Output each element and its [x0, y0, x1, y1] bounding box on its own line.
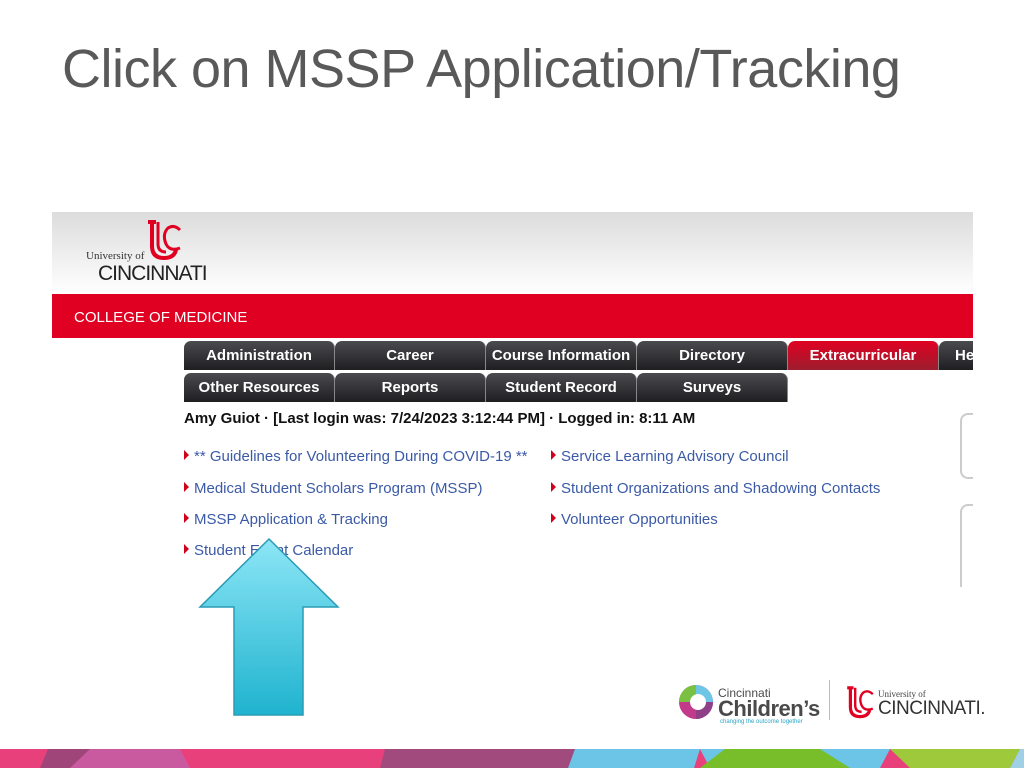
- slide-title: Click on MSSP Application/Tracking: [62, 39, 901, 99]
- link-student-organizations[interactable]: Student Organizations and Shadowing Cont…: [551, 480, 880, 497]
- tab-student-record[interactable]: Student Record: [486, 373, 637, 402]
- tab-reports[interactable]: Reports: [335, 373, 486, 402]
- college-bar: COLLEGE OF MEDICINE: [52, 294, 973, 338]
- decorative-color-stripe: [0, 749, 1024, 768]
- uc-footer-name: CINCINNATI.: [878, 698, 986, 719]
- tab-help[interactable]: He: [939, 341, 973, 370]
- uc-monogram-icon: [148, 220, 182, 261]
- link-mssp[interactable]: Medical Student Scholars Program (MSSP): [184, 480, 482, 497]
- bullet-icon: [184, 544, 189, 554]
- tab-career[interactable]: Career: [335, 341, 486, 370]
- tab-administration[interactable]: Administration: [184, 341, 335, 370]
- logo-divider: [829, 680, 830, 720]
- link-label: Service Learning Advisory Council: [561, 448, 789, 465]
- portal-header: University of CINCINNATI: [52, 212, 973, 294]
- bullet-icon: [551, 450, 556, 460]
- link-label: MSSP Application & Tracking: [194, 511, 388, 528]
- side-panel-box: [960, 504, 973, 587]
- uc-monogram-footer-icon: [847, 686, 874, 719]
- side-panel-box: [960, 413, 973, 479]
- uc-univ-of: University of: [86, 250, 145, 262]
- bullet-icon: [551, 482, 556, 492]
- portal-screenshot: University of CINCINNATI COLLEGE OF MEDI…: [52, 212, 973, 587]
- footer-logos: Cincinnati Children’s changing the outco…: [676, 676, 986, 728]
- pointer-arrow-icon: [198, 537, 340, 716]
- tab-directory[interactable]: Directory: [637, 341, 788, 370]
- link-volunteer-opportunities[interactable]: Volunteer Opportunities: [551, 511, 718, 528]
- tab-extracurricular[interactable]: Extracurricular: [788, 341, 939, 370]
- bullet-icon: [184, 482, 189, 492]
- link-label: Student Organizations and Shadowing Cont…: [561, 480, 881, 497]
- login-status: Amy Guiot · [Last login was: 7/24/2023 3…: [184, 410, 696, 427]
- link-label: ** Guidelines for Volunteering During CO…: [194, 448, 528, 465]
- cincinnati-childrens-logo-icon: [679, 685, 713, 719]
- bullet-icon: [551, 513, 556, 523]
- cc-tagline: changing the outcome together: [720, 719, 803, 725]
- tab-surveys[interactable]: Surveys: [637, 373, 788, 402]
- link-mssp-application-tracking[interactable]: MSSP Application & Tracking: [184, 511, 388, 528]
- tab-course-information[interactable]: Course Information: [486, 341, 637, 370]
- bullet-icon: [184, 513, 189, 523]
- tab-other-resources[interactable]: Other Resources: [184, 373, 335, 402]
- link-covid-guidelines[interactable]: ** Guidelines for Volunteering During CO…: [184, 448, 528, 465]
- uc-name: CINCINNATI: [98, 262, 208, 285]
- link-label: Volunteer Opportunities: [561, 511, 718, 528]
- uc-logo[interactable]: University of CINCINNATI: [86, 220, 208, 290]
- link-service-learning[interactable]: Service Learning Advisory Council: [551, 448, 789, 465]
- college-name: COLLEGE OF MEDICINE: [74, 309, 248, 326]
- link-label: Medical Student Scholars Program (MSSP): [194, 480, 483, 497]
- bullet-icon: [184, 450, 189, 460]
